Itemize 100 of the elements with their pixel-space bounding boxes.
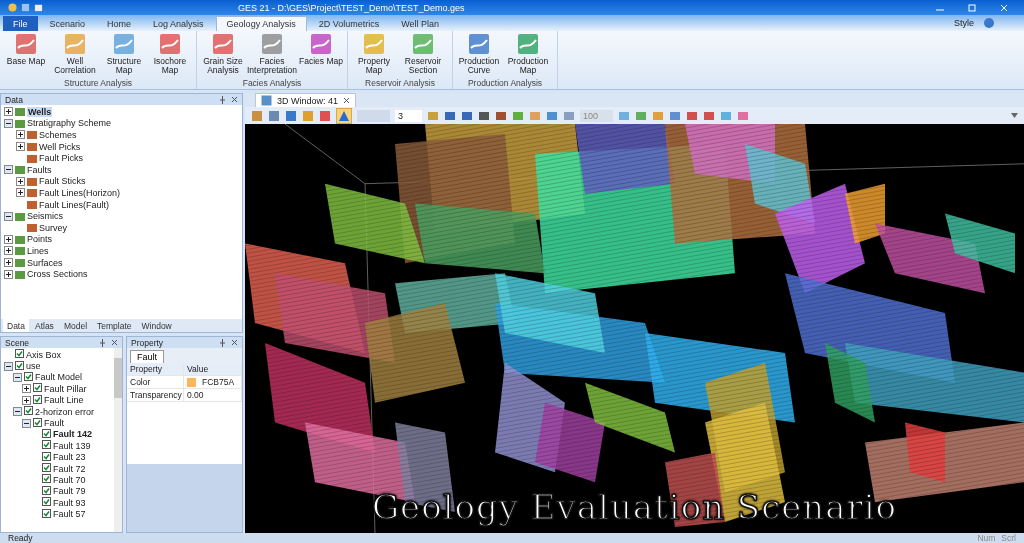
toolbar-icon[interactable] [285,109,297,122]
tree-item[interactable]: Well Picks [39,141,81,152]
tree-item[interactable]: Cross Sections [27,269,88,280]
ribbon-button[interactable]: Base Map [3,33,49,78]
expander[interactable] [16,142,25,152]
expander[interactable] [4,361,13,371]
tree-item[interactable]: Schemes [39,130,77,140]
tree-item[interactable]: Stratigraphy Scheme [27,118,112,129]
checkbox[interactable] [33,394,42,406]
tree-item[interactable]: Points [27,234,52,245]
style-menu[interactable]: Style [954,18,974,28]
line-width-field[interactable]: 3 [395,109,422,122]
tree-item[interactable]: Surfaces [27,257,63,268]
tree-item[interactable]: Wells [27,106,53,117]
ribbon-button[interactable]: Structure Map [101,33,147,78]
checkbox[interactable] [33,417,42,429]
expander[interactable] [4,118,13,128]
text-style-button[interactable] [336,107,352,124]
toolbar-icon[interactable] [546,109,558,122]
scrollbar[interactable] [114,348,122,532]
tree-item[interactable]: Fault 93 [53,497,86,508]
panel-tab[interactable]: Data [3,319,29,332]
tree-item[interactable]: 2-horizon error [35,406,95,417]
tree-item[interactable]: Fault 57 [53,509,86,520]
tree-item[interactable]: Fault 142 [53,429,92,440]
property-value[interactable]: FCB75A [202,377,235,387]
ribbon-button[interactable]: Facies Interpretation [246,33,298,78]
toolbar-icon[interactable] [478,109,490,122]
tree-item[interactable]: use [26,361,41,372]
toolbar-icon[interactable] [444,109,456,122]
expander[interactable] [4,269,13,279]
tree-item[interactable]: Survey [39,222,67,233]
checkbox[interactable] [33,383,42,395]
expander[interactable] [4,211,13,221]
tree-item[interactable]: Fault Sticks [39,176,86,187]
checkbox[interactable] [42,474,51,486]
checkbox[interactable] [24,406,33,418]
checkbox[interactable] [42,508,51,520]
close-icon[interactable] [231,95,238,103]
dropdown-icon[interactable] [1011,113,1018,118]
help-icon[interactable] [984,18,994,28]
pin-icon[interactable] [99,338,106,347]
tree-item[interactable]: Fault [44,418,64,429]
ribbon-tab[interactable]: Well Plan [391,16,450,31]
expander[interactable] [22,384,31,394]
checkbox[interactable] [42,428,51,440]
expander[interactable] [4,107,13,117]
ribbon-button[interactable]: Reservoir Section [397,33,449,78]
panel-tab[interactable]: Template [93,319,136,332]
checkbox[interactable] [42,440,51,452]
close-icon[interactable] [343,97,351,104]
toolbar-icon[interactable] [319,109,331,122]
expander[interactable] [13,407,22,417]
ribbon-button[interactable]: Isochore Map [147,33,193,78]
expander[interactable] [16,130,25,140]
expander[interactable] [13,372,22,382]
checkbox[interactable] [42,463,51,475]
document-tab[interactable]: 3D Window: 41 [255,93,357,107]
color-swatch[interactable] [187,377,196,387]
tree-item[interactable]: Fault Pillar [44,383,87,394]
expander[interactable] [16,176,25,186]
checkbox[interactable] [42,451,51,463]
close-icon[interactable] [231,338,238,346]
expander[interactable] [4,246,13,256]
toolbar-icon[interactable] [461,109,473,122]
tree-item[interactable]: Fault 72 [53,463,86,474]
tree-item[interactable]: Faults [27,164,52,175]
expander[interactable] [4,234,13,244]
tree-item[interactable]: Fault 79 [53,486,86,497]
expander[interactable] [22,395,31,405]
tree-item[interactable]: Fault Lines(Fault) [39,199,110,210]
tree-item[interactable]: Fault 23 [53,452,86,463]
panel-tab[interactable]: Model [59,319,92,332]
tree-item[interactable]: Lines [27,245,49,256]
property-tab[interactable]: Fault [130,350,164,363]
expander[interactable] [22,418,31,428]
ribbon-tab[interactable]: Scenario [39,16,96,31]
ribbon-button[interactable]: Grain Size Analysis [200,33,246,78]
tree-item[interactable]: Seismics [27,211,63,222]
checkbox[interactable] [15,360,24,372]
tree-item[interactable]: Fault 70 [53,475,86,485]
tree-item[interactable]: Fault Lines(Horizon) [39,187,121,198]
tree-item[interactable]: Fault 139 [53,440,91,451]
toolbar-icon[interactable] [495,109,507,122]
expander[interactable] [16,188,25,198]
expander[interactable] [4,258,13,267]
ribbon-tab[interactable]: File [3,16,38,31]
close-icon[interactable] [111,338,118,346]
panel-tab[interactable]: Atlas [30,319,58,332]
ribbon-button[interactable]: Facies Map [298,33,344,78]
checkbox[interactable] [42,497,51,509]
tree-item[interactable]: Fault Picks [39,153,83,164]
expander[interactable] [4,165,13,175]
ribbon-button[interactable]: Well Correlation [49,33,101,78]
toolbar-icon[interactable] [703,109,715,122]
ribbon-button[interactable]: Property Map [351,33,397,78]
ribbon-tab[interactable]: 2D Volumetrics [308,16,390,31]
tree-item[interactable]: Axis Box [26,349,61,360]
toolbar-icon[interactable] [669,109,681,122]
maximize-icon[interactable] [968,3,976,12]
